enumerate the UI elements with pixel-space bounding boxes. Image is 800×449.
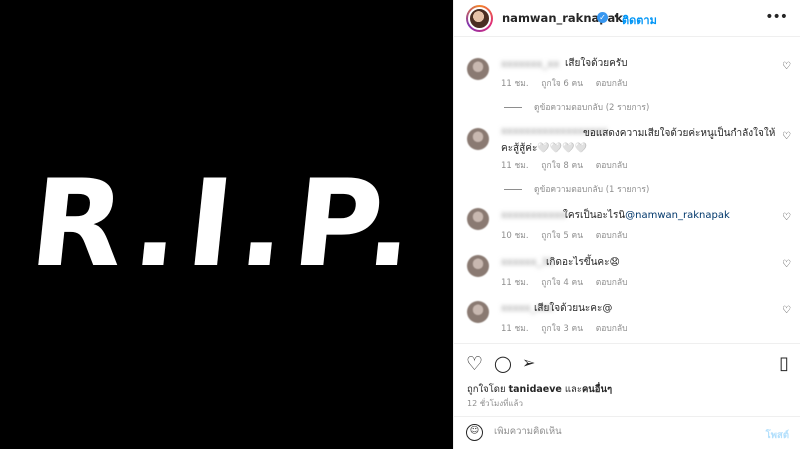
comment-time: 11 ชม. bbox=[501, 79, 529, 89]
post-comment-button[interactable]: โพสต์ bbox=[766, 428, 789, 443]
share-send-icon[interactable]: ➢ bbox=[522, 353, 535, 372]
post-image-text: R.I.P. bbox=[24, 155, 429, 294]
comment-text: ขอแสดงความเสียใจด้วยค่ะหนูเป็นกำลังใจให้… bbox=[501, 128, 776, 154]
view-replies-label: ดูข้อความตอบกลับ (1 รายการ) bbox=[534, 185, 650, 195]
verified-badge-icon: ✓ bbox=[597, 12, 608, 23]
comment-reply-button[interactable]: ตอบกลับ bbox=[596, 79, 628, 89]
comment-like-heart-icon[interactable]: ♡ bbox=[782, 212, 791, 223]
comment-likes[interactable]: ถูกใจ 4 คน bbox=[541, 278, 583, 288]
comment-avatar[interactable] bbox=[467, 128, 489, 150]
header-separator: • bbox=[613, 10, 620, 23]
likes-prefix: ถูกใจโดย bbox=[467, 384, 506, 395]
comment-like-heart-icon[interactable]: ♡ bbox=[782, 61, 791, 72]
likes-others-link[interactable]: คนอื่นๆ bbox=[582, 384, 612, 395]
comment-avatar[interactable] bbox=[467, 301, 489, 323]
comment-time: 11 ชม. bbox=[501, 278, 529, 288]
comment-avatar[interactable] bbox=[467, 58, 489, 80]
view-replies-button[interactable]: ดูข้อความตอบกลับ (1 รายการ) bbox=[504, 182, 649, 196]
comment-bubble-icon[interactable]: ◯ bbox=[494, 354, 512, 373]
comment-avatar[interactable] bbox=[467, 255, 489, 277]
comment-username[interactable]: xxxxxxx_xx bbox=[501, 59, 559, 70]
comment-like-heart-icon[interactable]: ♡ bbox=[782, 259, 791, 270]
comment-text: ใครเป็นอะไรนิ@namwan_raknapak bbox=[563, 208, 730, 223]
comment-time: 11 ชม. bbox=[501, 161, 529, 171]
comment-text: เสียใจด้วยนะคะ@ bbox=[534, 303, 613, 314]
comment-mention-link[interactable]: @namwan_raknapak bbox=[625, 210, 730, 221]
post-timestamp[interactable]: 12 ชั่วโมงที่แล้ว bbox=[467, 397, 523, 410]
comment-text: เสียใจด้วยครับ bbox=[565, 58, 628, 69]
post-header: namwan_raknapak ✓ • ติดตาม ••• bbox=[454, 0, 800, 37]
comment-meta: 11 ชม. ถูกใจ 3 คน ตอบกลับ bbox=[501, 321, 638, 335]
likes-user-link[interactable]: tanidaeve bbox=[509, 384, 562, 395]
comment-text: เกิดอะไรขึ้นคะ😧 bbox=[546, 257, 620, 268]
comment-like-heart-icon[interactable]: ♡ bbox=[782, 131, 791, 142]
comment-likes[interactable]: ถูกใจ 6 คน bbox=[541, 79, 583, 89]
like-heart-icon[interactable]: ♡ bbox=[466, 353, 483, 375]
follow-button[interactable]: ติดตาม bbox=[622, 11, 657, 29]
comment-meta: 11 ชม. ถูกใจ 8 คน ตอบกลับ bbox=[501, 158, 638, 172]
post-image[interactable]: R.I.P. bbox=[0, 0, 453, 449]
comment-meta: 10 ชม. ถูกใจ 5 คน ตอบกลับ bbox=[501, 228, 638, 242]
comment-reply-button[interactable]: ตอบกลับ bbox=[596, 324, 628, 334]
likes-summary: ถูกใจโดย tanidaeve และคนอื่นๆ bbox=[467, 382, 612, 397]
comment-reply-button[interactable]: ตอบกลับ bbox=[596, 278, 628, 288]
comment-text-body: ใครเป็นอะไรนิ bbox=[563, 210, 626, 221]
view-replies-label: ดูข้อความตอบกลับ (2 รายการ) bbox=[534, 103, 650, 113]
emoji-icon[interactable]: ☺ bbox=[466, 424, 483, 441]
comment-username[interactable]: xxxxxxxxxxx bbox=[501, 210, 566, 221]
post-side-panel: namwan_raknapak ✓ • ติดตาม ••• xxxxxxx_x… bbox=[453, 0, 800, 449]
comment-meta: 11 ชม. ถูกใจ 4 คน ตอบกลับ bbox=[501, 275, 638, 289]
comment-input[interactable] bbox=[494, 426, 744, 437]
comment-time: 10 ชม. bbox=[501, 231, 529, 241]
comment-reply-button[interactable]: ตอบกลับ bbox=[596, 231, 628, 241]
comment-likes[interactable]: ถูกใจ 5 คน bbox=[541, 231, 583, 241]
add-comment-bar: ☺ โพสต์ bbox=[454, 416, 800, 449]
comment-likes[interactable]: ถูกใจ 3 คน bbox=[541, 324, 583, 334]
likes-and: และ bbox=[564, 384, 582, 395]
comment-like-heart-icon[interactable]: ♡ bbox=[782, 305, 791, 316]
comment-likes[interactable]: ถูกใจ 8 คน bbox=[541, 161, 583, 171]
comment-meta: 11 ชม. ถูกใจ 6 คน ตอบกลับ bbox=[501, 76, 638, 90]
comment-time: 11 ชม. bbox=[501, 324, 529, 334]
more-options-icon[interactable]: ••• bbox=[765, 9, 788, 25]
post-actions-bar: ♡ ◯ ➢ ▯ bbox=[454, 343, 800, 379]
view-replies-button[interactable]: ดูข้อความตอบกลับ (2 รายการ) bbox=[504, 100, 649, 114]
comment-avatar[interactable] bbox=[467, 208, 489, 230]
avatar[interactable] bbox=[466, 5, 493, 32]
bookmark-icon[interactable]: ▯ bbox=[779, 353, 789, 374]
comment-reply-button[interactable]: ตอบกลับ bbox=[596, 161, 628, 171]
